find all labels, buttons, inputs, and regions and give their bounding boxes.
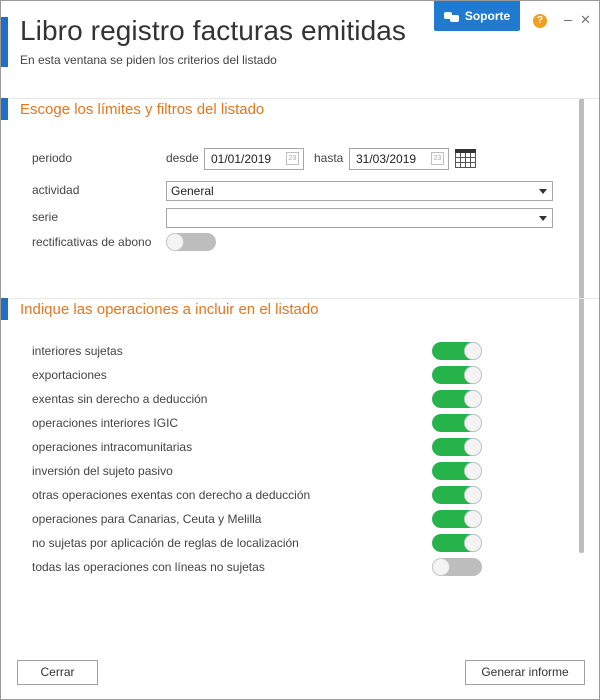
vertical-scrollbar[interactable] [579,98,584,553]
operation-toggle[interactable] [432,558,482,576]
support-button[interactable]: Soporte [434,1,520,31]
toggle-knob [464,486,482,504]
section-divider [8,98,599,99]
operation-label: inversión del sujeto pasivo [32,464,173,478]
help-icon[interactable]: ? [533,14,547,28]
support-chat-icon [443,10,459,22]
actividad-select[interactable]: General [166,181,553,201]
window-title: Libro registro facturas emitidas [20,15,407,46]
operation-toggle[interactable] [432,366,482,384]
operation-toggle[interactable] [432,486,482,504]
operation-label: todas las operaciones con líneas no suje… [32,560,265,574]
operation-label: operaciones interiores IGIC [32,416,179,430]
operation-label: interiores sujetas [32,344,123,358]
operation-label: otras operaciones exentas con derecho a … [32,488,311,502]
chevron-down-icon [539,189,547,194]
operation-label: exentas sin derecho a deducción [32,392,208,406]
operation-toggle[interactable] [432,438,482,456]
actividad-label: actividad [32,183,80,197]
hasta-date-input[interactable]: 31/03/2019 23 [349,148,449,170]
operation-label: no sujetas por aplicación de reglas de l… [32,536,299,550]
toggle-knob [166,233,184,251]
rectificativas-label: rectificativas de abono [32,235,152,249]
desde-date-input[interactable]: 01/01/2019 23 [204,148,304,170]
toggle-knob [464,366,482,384]
desde-date-value: 01/01/2019 [211,152,272,166]
toggle-knob [464,534,482,552]
generar-informe-button[interactable]: Generar informe [465,660,585,685]
operation-label: exportaciones [32,368,107,382]
operation-label: operaciones para Canarias, Ceuta y Melil… [32,512,262,526]
toggle-knob [464,438,482,456]
window-subtitle: En esta ventana se piden los criterios d… [20,53,277,67]
hasta-label: hasta [314,151,344,165]
operation-toggle[interactable] [432,342,482,360]
operation-toggle[interactable] [432,510,482,528]
title-accent-bar [1,17,8,67]
desde-label: desde [166,151,199,165]
operation-toggle[interactable] [432,462,482,480]
calendar-icon[interactable]: 23 [286,152,299,165]
actividad-selected-value: General [171,184,214,198]
minimize-icon[interactable]: – [564,11,572,27]
operation-toggle[interactable] [432,414,482,432]
serie-select[interactable] [166,208,553,228]
toggle-knob [464,414,482,432]
toggle-knob [464,510,482,528]
operation-toggle[interactable] [432,390,482,408]
toggle-knob [464,390,482,408]
rectificativas-toggle[interactable] [166,233,216,251]
report-window: Libro registro facturas emitidas En esta… [0,0,600,700]
calendar-icon[interactable]: 23 [431,152,444,165]
cerrar-button[interactable]: Cerrar [17,660,98,685]
operation-toggle[interactable] [432,534,482,552]
operation-label: operaciones intracomunitarias [32,440,193,454]
chevron-down-icon [539,216,547,221]
section-accent-bar [1,98,8,120]
close-icon[interactable]: ✕ [580,12,591,28]
serie-label: serie [32,210,59,224]
section-title-operations: Indique las operaciones a incluir en el … [20,301,319,318]
section-title-limits: Escoge los límites y filtros del listado [20,101,265,118]
periodo-label: periodo [32,151,73,165]
section-accent-bar [1,298,8,320]
toggle-knob [464,462,482,480]
toggle-knob [464,342,482,360]
section-divider [8,298,599,299]
toggle-knob [432,558,450,576]
period-calendar-icon[interactable] [455,149,476,168]
support-button-label: Soporte [464,9,511,23]
hasta-date-value: 31/03/2019 [356,152,417,166]
